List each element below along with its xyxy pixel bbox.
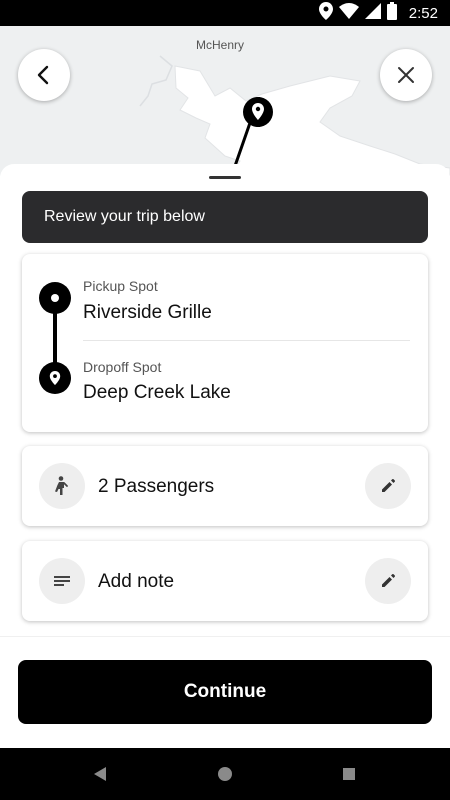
trip-review-sheet: Review your trip below Pickup Spot River…: [0, 164, 450, 748]
signal-icon: [364, 2, 381, 24]
pin-marker-icon: [243, 97, 273, 127]
dropoff-label: Dropoff Spot: [83, 359, 162, 375]
nav-back-button[interactable]: [88, 762, 112, 786]
edit-passengers-button[interactable]: [365, 463, 411, 509]
route-card: Pickup Spot Riverside Grille Dropoff Spo…: [22, 254, 428, 432]
pickup-value: Riverside Grille: [83, 302, 212, 323]
square-recents-icon: [343, 768, 355, 780]
back-button[interactable]: [18, 49, 70, 101]
sheet-drag-handle[interactable]: [209, 176, 241, 179]
add-note-text: Add note: [98, 571, 175, 592]
circle-home-icon: [218, 767, 232, 781]
sheet-divider: [0, 636, 450, 637]
note-card[interactable]: Add note: [22, 541, 428, 621]
close-icon: [398, 67, 414, 83]
edit-note-button[interactable]: [365, 558, 411, 604]
location-icon: [318, 1, 333, 25]
back-arrow-icon: [37, 65, 49, 85]
status-icons: 2:52: [318, 0, 438, 26]
person-icon: [39, 463, 85, 509]
map-view[interactable]: McHenry: [0, 26, 450, 176]
wifi-icon: [338, 2, 359, 24]
status-bar: 2:52: [0, 0, 450, 26]
review-banner: Review your trip below: [22, 191, 428, 243]
nav-home-button[interactable]: [213, 762, 237, 786]
route-divider: [83, 340, 410, 341]
triangle-back-icon: [94, 767, 106, 781]
battery-icon: [386, 1, 397, 25]
dropoff-value: Deep Creek Lake: [83, 382, 231, 403]
pencil-icon: [382, 574, 395, 587]
nav-recents-button[interactable]: [337, 762, 361, 786]
notes-icon: [39, 558, 85, 604]
system-nav-bar: [0, 748, 450, 800]
pencil-icon: [382, 479, 395, 492]
dropoff-pin-icon: [39, 362, 71, 394]
close-button[interactable]: [380, 49, 432, 101]
pickup-label: Pickup Spot: [83, 278, 158, 294]
continue-button[interactable]: Continue: [18, 660, 432, 724]
map-town-label: McHenry: [196, 38, 245, 52]
passengers-text: 2 Passengers: [98, 476, 215, 497]
status-time: 2:52: [408, 4, 438, 22]
pickup-dot-icon: [39, 282, 71, 314]
passengers-card[interactable]: 2 Passengers: [22, 446, 428, 526]
